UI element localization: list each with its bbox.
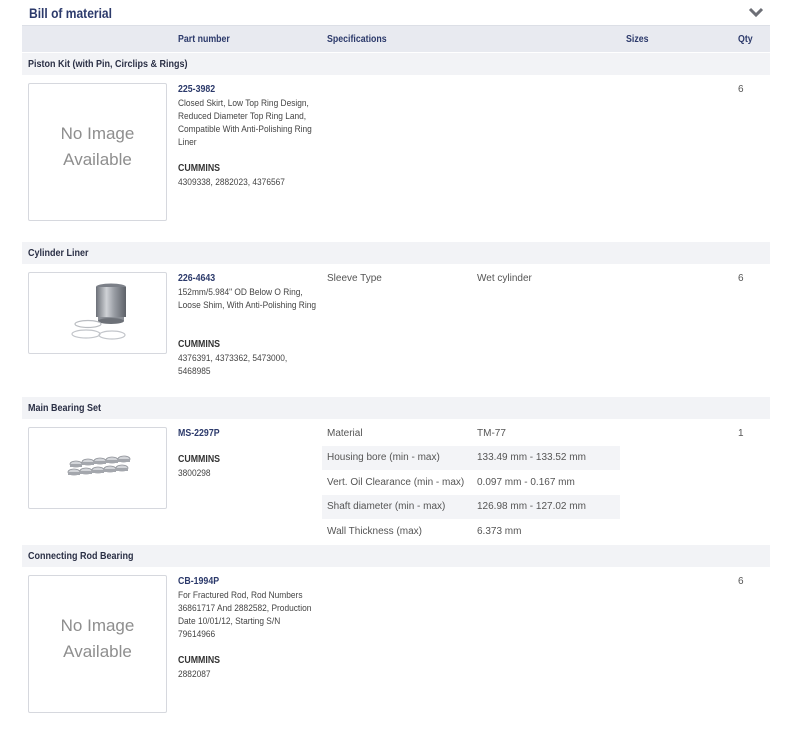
oem-numbers: 3800298	[178, 468, 211, 479]
bearing-set-icon	[67, 455, 131, 476]
spec-value: 0.097 mm - 0.167 mm	[477, 477, 575, 488]
spec-label: Housing bore (min - max)	[327, 452, 440, 463]
spec-value: 6.373 mm	[477, 526, 522, 537]
spec-label: Material	[327, 428, 363, 439]
no-image-placeholder: No Image Available	[28, 83, 167, 221]
chevron-down-icon[interactable]	[747, 5, 765, 19]
brand-name: CUMMINS	[178, 655, 221, 666]
qty-value: 1	[738, 428, 744, 439]
group-name: Main Bearing Set	[28, 403, 102, 414]
group-name: Piston Kit (with Pin, Circlips & Rings)	[28, 59, 188, 70]
oem-numbers: 4309338, 2882023, 4376567	[178, 177, 285, 188]
no-image-text-2: Available	[63, 642, 132, 661]
col-sizes: Sizes	[626, 34, 649, 45]
part-description: Closed Skirt, Low Top Ring Design, Reduc…	[178, 98, 312, 148]
qty-value: 6	[738, 273, 744, 284]
part-number-link[interactable]: 226-4643	[178, 273, 215, 284]
group-header-connecting-rod-bearing: Connecting Rod Bearing	[22, 545, 770, 567]
group-name: Cylinder Liner	[28, 248, 89, 259]
group-header-cylinder-liner: Cylinder Liner	[22, 242, 770, 264]
part-number-link[interactable]: CB-1994P	[178, 576, 219, 587]
spec-value: 126.98 mm - 127.02 mm	[477, 501, 586, 512]
part-number-link[interactable]: MS-2297P	[178, 428, 220, 439]
qty-value: 6	[738, 84, 744, 95]
part-description: For Fractured Rod, Rod Numbers 36861717 …	[178, 590, 312, 640]
product-image[interactable]	[28, 272, 167, 354]
brand-name: CUMMINS	[178, 163, 221, 174]
part-number-link[interactable]: 225-3982	[178, 84, 215, 95]
spec-label: Sleeve Type	[327, 273, 382, 284]
spec-value: Wet cylinder	[477, 273, 532, 284]
no-image-placeholder: No Image Available	[28, 575, 167, 713]
no-image-text-2: Available	[63, 150, 132, 169]
col-specifications: Specifications	[327, 34, 387, 45]
spec-row: Vert. Oil Clearance (min - max) 0.097 mm…	[322, 471, 620, 495]
spec-value: TM-77	[477, 428, 506, 439]
table-header: Part number Specifications Sizes Qty	[22, 26, 770, 52]
col-qty: Qty	[738, 34, 753, 45]
spec-label: Wall Thickness (max)	[327, 526, 423, 537]
col-part-number: Part number	[178, 34, 230, 45]
brand-name: CUMMINS	[178, 454, 221, 465]
spec-row: Sleeve Type Wet cylinder	[322, 267, 620, 291]
oem-numbers: 2882087	[178, 669, 211, 680]
group-name: Connecting Rod Bearing	[28, 551, 134, 562]
spec-row: Shaft diameter (min - max) 126.98 mm - 1…	[322, 495, 620, 519]
spec-row: Wall Thickness (max) 6.373 mm	[322, 520, 620, 544]
spec-row: Housing bore (min - max) 133.49 mm - 133…	[322, 446, 620, 470]
spec-value: 133.49 mm - 133.52 mm	[477, 452, 586, 463]
brand-name: CUMMINS	[178, 339, 221, 350]
group-header-main-bearing-set: Main Bearing Set	[22, 397, 770, 419]
qty-value: 6	[738, 576, 744, 587]
spec-row: Material TM-77	[322, 422, 620, 446]
group-header-piston-kit: Piston Kit (with Pin, Circlips & Rings)	[22, 53, 770, 75]
spec-label: Shaft diameter (min - max)	[327, 501, 446, 512]
no-image-text-1: No Image	[60, 616, 135, 635]
product-image[interactable]	[28, 427, 167, 509]
part-description: 152mm/5.984" OD Below O Ring, Loose Shim…	[178, 287, 317, 311]
cylinder-liner-icon	[71, 283, 126, 340]
section-title: Bill of material	[29, 5, 112, 21]
oem-numbers: 4376391, 4373362, 5473000, 5468985	[178, 353, 288, 377]
spec-label: Vert. Oil Clearance (min - max)	[327, 477, 465, 488]
no-image-text-1: No Image	[60, 124, 135, 143]
